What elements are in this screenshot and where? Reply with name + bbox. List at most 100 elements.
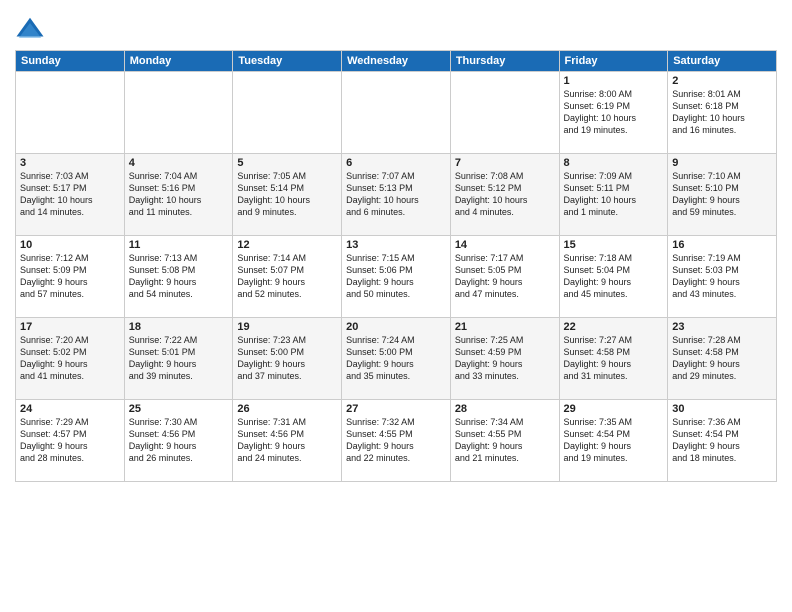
day-number: 26 [237,403,337,415]
day-info: Sunrise: 7:12 AM Sunset: 5:09 PM Dayligh… [20,252,120,301]
calendar-week-1: 1Sunrise: 8:00 AM Sunset: 6:19 PM Daylig… [16,72,777,154]
calendar-cell: 1Sunrise: 8:00 AM Sunset: 6:19 PM Daylig… [559,72,668,154]
day-number: 19 [237,321,337,333]
day-number: 13 [346,239,446,251]
day-number: 7 [455,157,555,169]
calendar-cell: 4Sunrise: 7:04 AM Sunset: 5:16 PM Daylig… [124,154,233,236]
day-number: 23 [672,321,772,333]
calendar-cell: 24Sunrise: 7:29 AM Sunset: 4:57 PM Dayli… [16,400,125,482]
day-info: Sunrise: 7:29 AM Sunset: 4:57 PM Dayligh… [20,416,120,465]
calendar-cell: 5Sunrise: 7:05 AM Sunset: 5:14 PM Daylig… [233,154,342,236]
day-info: Sunrise: 7:27 AM Sunset: 4:58 PM Dayligh… [564,334,664,383]
calendar-cell: 16Sunrise: 7:19 AM Sunset: 5:03 PM Dayli… [668,236,777,318]
day-info: Sunrise: 7:15 AM Sunset: 5:06 PM Dayligh… [346,252,446,301]
day-number: 11 [129,239,229,251]
day-number: 25 [129,403,229,415]
day-number: 17 [20,321,120,333]
day-number: 6 [346,157,446,169]
day-info: Sunrise: 7:34 AM Sunset: 4:55 PM Dayligh… [455,416,555,465]
day-info: Sunrise: 7:28 AM Sunset: 4:58 PM Dayligh… [672,334,772,383]
col-header-sunday: Sunday [16,51,125,72]
calendar-cell: 7Sunrise: 7:08 AM Sunset: 5:12 PM Daylig… [450,154,559,236]
day-number: 9 [672,157,772,169]
day-number: 18 [129,321,229,333]
calendar-cell: 8Sunrise: 7:09 AM Sunset: 5:11 PM Daylig… [559,154,668,236]
day-info: Sunrise: 8:00 AM Sunset: 6:19 PM Dayligh… [564,88,664,137]
day-number: 14 [455,239,555,251]
col-header-saturday: Saturday [668,51,777,72]
day-info: Sunrise: 7:25 AM Sunset: 4:59 PM Dayligh… [455,334,555,383]
calendar-cell: 11Sunrise: 7:13 AM Sunset: 5:08 PM Dayli… [124,236,233,318]
day-number: 15 [564,239,664,251]
calendar-cell: 26Sunrise: 7:31 AM Sunset: 4:56 PM Dayli… [233,400,342,482]
calendar-cell: 15Sunrise: 7:18 AM Sunset: 5:04 PM Dayli… [559,236,668,318]
calendar-cell: 3Sunrise: 7:03 AM Sunset: 5:17 PM Daylig… [16,154,125,236]
calendar-cell: 27Sunrise: 7:32 AM Sunset: 4:55 PM Dayli… [342,400,451,482]
day-number: 8 [564,157,664,169]
calendar-week-5: 24Sunrise: 7:29 AM Sunset: 4:57 PM Dayli… [16,400,777,482]
calendar-cell [450,72,559,154]
day-info: Sunrise: 7:36 AM Sunset: 4:54 PM Dayligh… [672,416,772,465]
day-number: 5 [237,157,337,169]
calendar-body: 1Sunrise: 8:00 AM Sunset: 6:19 PM Daylig… [16,72,777,482]
calendar-cell: 29Sunrise: 7:35 AM Sunset: 4:54 PM Dayli… [559,400,668,482]
day-number: 12 [237,239,337,251]
day-number: 4 [129,157,229,169]
day-info: Sunrise: 7:10 AM Sunset: 5:10 PM Dayligh… [672,170,772,219]
day-info: Sunrise: 7:30 AM Sunset: 4:56 PM Dayligh… [129,416,229,465]
day-info: Sunrise: 7:04 AM Sunset: 5:16 PM Dayligh… [129,170,229,219]
day-info: Sunrise: 7:09 AM Sunset: 5:11 PM Dayligh… [564,170,664,219]
day-info: Sunrise: 7:22 AM Sunset: 5:01 PM Dayligh… [129,334,229,383]
day-number: 24 [20,403,120,415]
calendar-cell [16,72,125,154]
day-info: Sunrise: 7:13 AM Sunset: 5:08 PM Dayligh… [129,252,229,301]
calendar-cell: 30Sunrise: 7:36 AM Sunset: 4:54 PM Dayli… [668,400,777,482]
calendar-week-4: 17Sunrise: 7:20 AM Sunset: 5:02 PM Dayli… [16,318,777,400]
day-info: Sunrise: 7:24 AM Sunset: 5:00 PM Dayligh… [346,334,446,383]
calendar-cell [124,72,233,154]
day-info: Sunrise: 7:20 AM Sunset: 5:02 PM Dayligh… [20,334,120,383]
day-number: 22 [564,321,664,333]
day-info: Sunrise: 7:05 AM Sunset: 5:14 PM Dayligh… [237,170,337,219]
header [15,10,777,44]
day-number: 1 [564,75,664,87]
day-info: Sunrise: 7:18 AM Sunset: 5:04 PM Dayligh… [564,252,664,301]
calendar-cell: 28Sunrise: 7:34 AM Sunset: 4:55 PM Dayli… [450,400,559,482]
calendar-cell [233,72,342,154]
page: SundayMondayTuesdayWednesdayThursdayFrid… [0,0,792,612]
calendar-cell: 23Sunrise: 7:28 AM Sunset: 4:58 PM Dayli… [668,318,777,400]
calendar-cell: 21Sunrise: 7:25 AM Sunset: 4:59 PM Dayli… [450,318,559,400]
calendar-cell: 22Sunrise: 7:27 AM Sunset: 4:58 PM Dayli… [559,318,668,400]
logo [15,14,47,44]
day-info: Sunrise: 7:08 AM Sunset: 5:12 PM Dayligh… [455,170,555,219]
day-info: Sunrise: 7:17 AM Sunset: 5:05 PM Dayligh… [455,252,555,301]
calendar-cell: 14Sunrise: 7:17 AM Sunset: 5:05 PM Dayli… [450,236,559,318]
calendar-week-3: 10Sunrise: 7:12 AM Sunset: 5:09 PM Dayli… [16,236,777,318]
day-number: 30 [672,403,772,415]
day-number: 28 [455,403,555,415]
day-info: Sunrise: 7:14 AM Sunset: 5:07 PM Dayligh… [237,252,337,301]
day-info: Sunrise: 8:01 AM Sunset: 6:18 PM Dayligh… [672,88,772,137]
calendar-cell: 18Sunrise: 7:22 AM Sunset: 5:01 PM Dayli… [124,318,233,400]
col-header-wednesday: Wednesday [342,51,451,72]
calendar-cell: 9Sunrise: 7:10 AM Sunset: 5:10 PM Daylig… [668,154,777,236]
day-number: 10 [20,239,120,251]
day-number: 16 [672,239,772,251]
day-number: 29 [564,403,664,415]
day-info: Sunrise: 7:03 AM Sunset: 5:17 PM Dayligh… [20,170,120,219]
day-info: Sunrise: 7:35 AM Sunset: 4:54 PM Dayligh… [564,416,664,465]
col-header-thursday: Thursday [450,51,559,72]
calendar-cell: 17Sunrise: 7:20 AM Sunset: 5:02 PM Dayli… [16,318,125,400]
calendar-cell: 13Sunrise: 7:15 AM Sunset: 5:06 PM Dayli… [342,236,451,318]
calendar-table: SundayMondayTuesdayWednesdayThursdayFrid… [15,50,777,482]
col-header-tuesday: Tuesday [233,51,342,72]
calendar-cell: 25Sunrise: 7:30 AM Sunset: 4:56 PM Dayli… [124,400,233,482]
day-info: Sunrise: 7:32 AM Sunset: 4:55 PM Dayligh… [346,416,446,465]
calendar-cell: 6Sunrise: 7:07 AM Sunset: 5:13 PM Daylig… [342,154,451,236]
day-number: 2 [672,75,772,87]
col-header-friday: Friday [559,51,668,72]
day-info: Sunrise: 7:19 AM Sunset: 5:03 PM Dayligh… [672,252,772,301]
logo-icon [15,14,45,44]
day-number: 20 [346,321,446,333]
day-info: Sunrise: 7:31 AM Sunset: 4:56 PM Dayligh… [237,416,337,465]
